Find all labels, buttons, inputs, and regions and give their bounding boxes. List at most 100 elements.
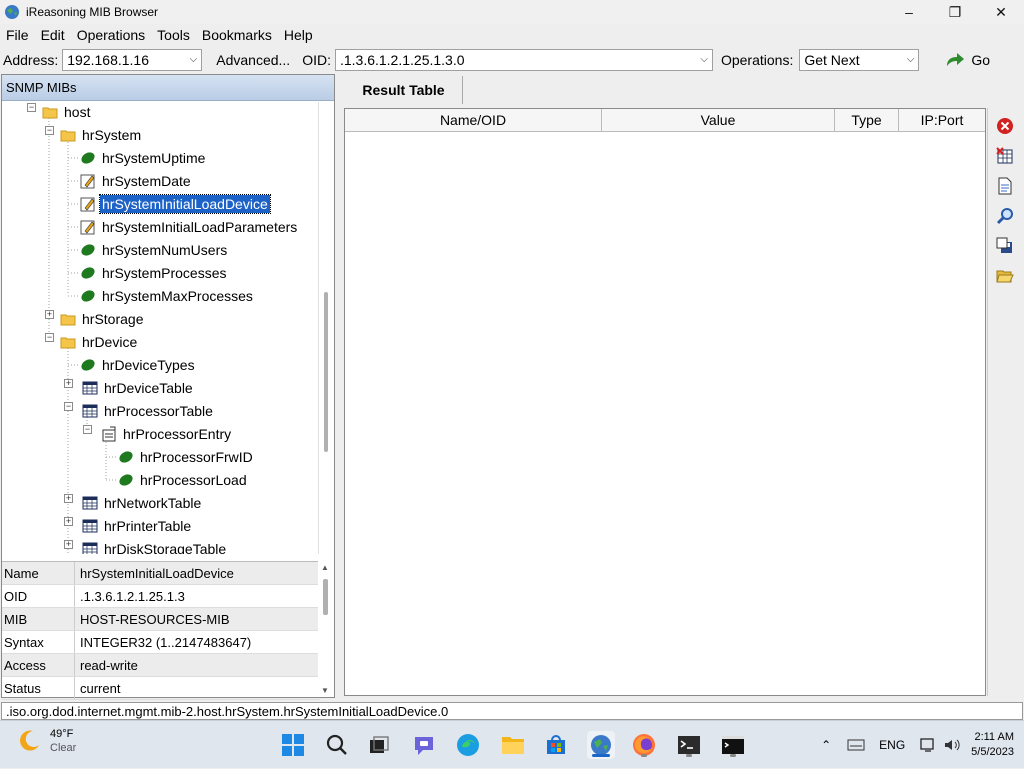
language-indicator[interactable]: ENG [879,738,905,752]
tree-node[interactable]: hrSystemUptime [80,147,207,169]
collapse-toggle[interactable]: − [45,333,54,342]
tree-node[interactable]: hrSystemInitialLoadParameters [80,216,299,238]
stop-icon[interactable] [993,114,1017,138]
tree-node-label: hrDevice [82,334,138,350]
operations-value: Get Next [804,52,860,68]
file-explorer-icon[interactable] [499,731,527,759]
console-icon[interactable] [719,731,747,759]
edge-browser-icon[interactable] [454,731,482,759]
show-hidden-icons-chevron-up-icon[interactable]: ⌃ [821,738,831,752]
tree-node[interactable]: hrSystemNumUsers [80,239,229,261]
task-view-icon[interactable] [365,731,393,759]
menu-tools[interactable]: Tools [151,27,196,43]
teams-chat-icon[interactable] [410,731,438,759]
mib-browser-taskbar-icon[interactable] [587,731,615,759]
clear-table-icon[interactable] [993,144,1017,168]
firefox-icon[interactable] [630,731,658,759]
collapse-toggle[interactable]: − [27,103,36,112]
expand-toggle[interactable]: + [64,540,73,549]
column-header[interactable]: Type [835,109,899,131]
tree-node[interactable]: hrDiskStorageTable [82,538,228,554]
expand-toggle[interactable]: + [64,494,73,503]
minimize-button[interactable]: – [886,0,932,24]
tree-node[interactable]: hrDeviceTable [82,377,195,399]
tree-scrollbar[interactable] [318,102,334,554]
tree-node[interactable]: hrSystemMaxProcesses [80,285,255,307]
table-icon [82,496,98,510]
tree-node[interactable]: hrSystemProcesses [80,262,228,284]
tree-node-label: hrSystemDate [102,173,191,189]
volume-icon[interactable] [943,737,961,753]
search-icon[interactable] [993,204,1017,228]
oid-combo[interactable]: .1.3.6.1.2.1.25.1.3.0 ⌵ [334,49,713,71]
collapse-toggle[interactable]: − [83,425,92,434]
menu-help[interactable]: Help [278,27,319,43]
scrollbar-thumb[interactable] [324,292,328,452]
tree-node-label: hrSystemMaxProcesses [102,288,253,304]
search-icon[interactable] [323,731,351,759]
collapse-toggle[interactable]: − [45,126,54,135]
scroll-down-icon[interactable]: ▼ [321,686,329,695]
tree-node[interactable]: hrSystem [60,124,143,146]
tree-node-label: hrNetworkTable [104,495,202,511]
expand-toggle[interactable]: + [64,379,73,388]
scroll-up-icon[interactable]: ▲ [321,563,329,572]
clock[interactable]: 2:11 AM 5/5/2023 [971,730,1014,760]
start-icon[interactable] [279,731,307,759]
save-icon[interactable] [993,234,1017,258]
active-indicator [592,754,610,757]
tree-node[interactable]: hrDevice [60,331,139,353]
tree-node[interactable]: hrNetworkTable [82,492,203,514]
address-combo[interactable]: 192.168.1.16 ⌵ [62,49,203,71]
keyboard-icon[interactable] [847,738,865,752]
tree-node[interactable]: hrDeviceTypes [80,354,197,376]
mib-tree[interactable]: − host − hrSystem hrSystemUptime hrSyste… [2,102,320,554]
operations-select[interactable]: Get Next ⌵ [799,49,920,71]
terminal-icon[interactable] [675,731,703,759]
menu-file[interactable]: File [0,27,35,43]
weather-widget[interactable]: 49°F Clear [16,727,76,755]
restore-button[interactable]: ❐ [932,0,978,24]
chevron-down-icon[interactable]: ⌵ [700,54,708,65]
property-row: OID .1.3.6.1.2.1.25.1.3 [2,585,320,608]
tree-node[interactable]: host [42,102,92,123]
collapse-toggle[interactable]: − [64,402,73,411]
tab-result-table[interactable]: Result Table [345,76,463,104]
entry-icon [102,426,116,442]
tree-node-label: hrSystemNumUsers [102,242,228,258]
tree-node[interactable]: hrProcessorTable [82,400,215,422]
mib-tree-panel: SNMP MIBs − host − hrSystem hrSystemUpti… [1,74,335,700]
tree-node-label: hrSystemProcesses [102,265,227,281]
network-icon[interactable] [919,737,937,753]
column-header[interactable]: Name/OID [345,109,602,131]
leaf-icon [81,152,95,164]
folder-icon [60,130,76,142]
properties-scrollbar[interactable]: ▲ ▼ [318,561,334,697]
scrollbar-thumb[interactable] [323,579,328,615]
expand-toggle[interactable]: + [64,517,73,526]
edit-pencil-icon [80,174,95,189]
go-button[interactable]: Go [941,49,994,71]
tree-node[interactable]: hrProcessorFrwID [118,446,255,468]
chevron-down-icon[interactable]: ⌵ [190,54,198,65]
tree-node-selected[interactable]: hrSystemInitialLoadDevice [80,193,271,215]
expand-toggle[interactable]: + [45,310,54,319]
column-header[interactable]: Value [602,109,835,131]
tree-node[interactable]: hrPrinterTable [82,515,193,537]
column-header[interactable]: IP:Port [899,109,985,131]
tree-node[interactable]: hrProcessorLoad [118,469,249,491]
result-table[interactable]: Name/OID Value Type IP:Port [344,108,986,696]
store-icon[interactable] [542,731,570,759]
document-icon[interactable] [993,174,1017,198]
tree-node[interactable]: hrStorage [60,308,145,330]
edit-pencil-icon [80,220,95,235]
tree-node[interactable]: hrProcessorEntry [101,423,233,445]
tree-node[interactable]: hrSystemDate [80,170,193,192]
menu-edit[interactable]: Edit [35,27,71,43]
menu-bookmarks[interactable]: Bookmarks [196,27,278,43]
chevron-down-icon[interactable]: ⌵ [907,54,915,65]
close-window-button[interactable]: ✕ [978,0,1024,24]
advanced-button[interactable]: Advanced... [212,49,294,71]
open-folder-icon[interactable] [993,264,1017,288]
menu-operations[interactable]: Operations [71,27,151,43]
